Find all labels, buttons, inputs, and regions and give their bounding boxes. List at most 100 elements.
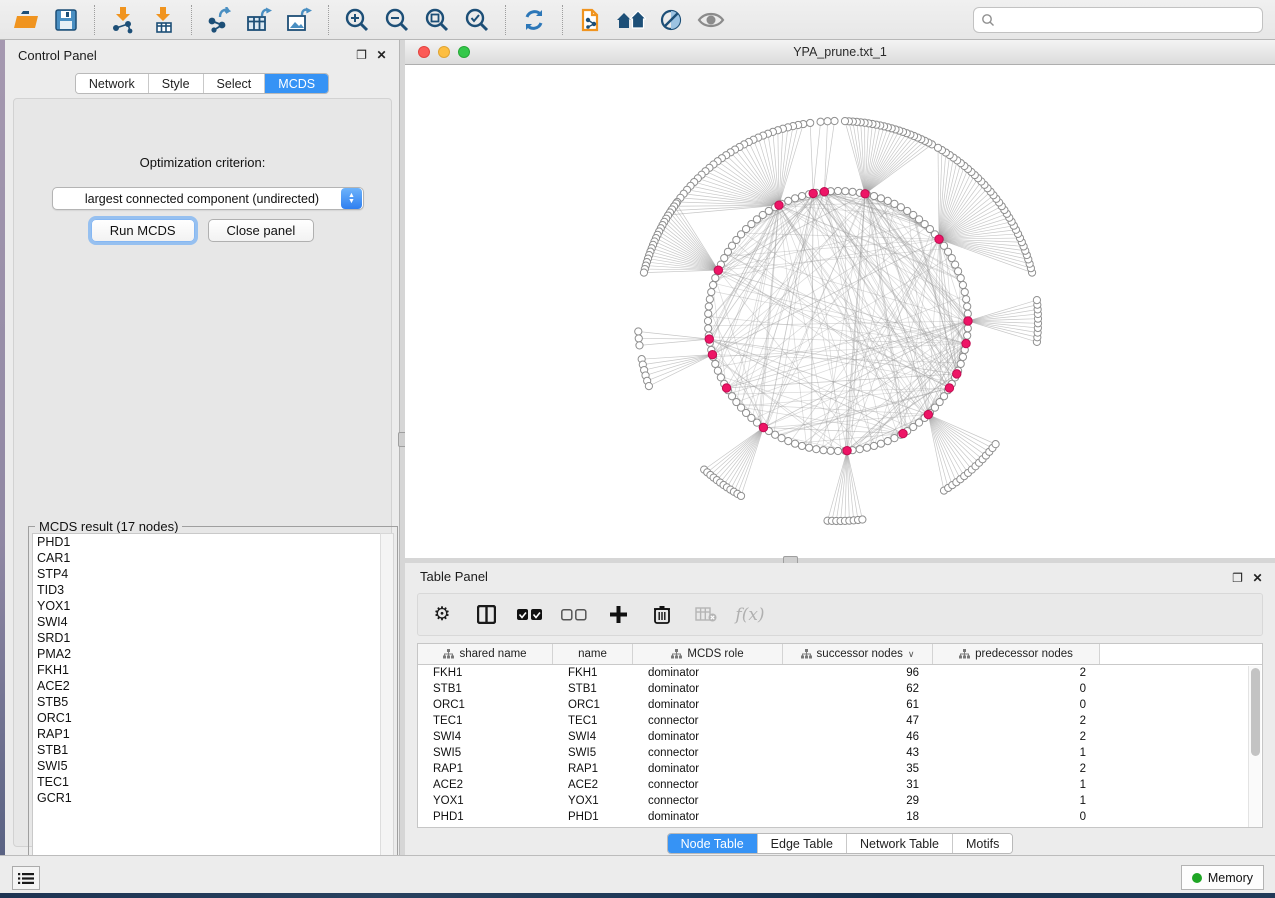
network-node[interactable]	[884, 197, 891, 204]
add-column-button[interactable]	[606, 603, 630, 627]
network-leaf-node[interactable]	[636, 342, 643, 349]
table-row[interactable]: ACE2ACE2connector311	[418, 777, 1262, 793]
table-row[interactable]: RAP1RAP1dominator352	[418, 761, 1262, 777]
mcds-result-item[interactable]: FKH1	[33, 662, 381, 678]
tab-edge-table[interactable]: Edge Table	[757, 834, 846, 853]
toggle-style-button[interactable]	[653, 3, 689, 37]
network-node[interactable]	[705, 310, 712, 317]
network-leaf-node[interactable]	[635, 335, 642, 342]
network-leaf-node[interactable]	[934, 144, 941, 151]
network-leaf-node[interactable]	[807, 119, 814, 126]
network-hub-node[interactable]	[809, 189, 817, 197]
network-node[interactable]	[964, 325, 971, 332]
network-node[interactable]	[870, 442, 877, 449]
network-node[interactable]	[704, 317, 711, 324]
network-overview-button[interactable]	[613, 3, 649, 37]
refresh-layout-button[interactable]	[516, 3, 552, 37]
network-leaf-node[interactable]	[640, 269, 647, 276]
delete-column-button[interactable]	[650, 603, 674, 627]
network-node[interactable]	[959, 281, 966, 288]
search-input[interactable]	[995, 8, 1262, 32]
mcds-result-item[interactable]: PHD1	[33, 534, 381, 550]
zoom-in-button[interactable]	[339, 3, 375, 37]
mcds-result-item[interactable]: RAP1	[33, 726, 381, 742]
network-hub-node[interactable]	[924, 410, 932, 418]
import-table-button[interactable]	[145, 3, 181, 37]
mcds-result-item[interactable]: SWI5	[33, 758, 381, 774]
network-node[interactable]	[798, 192, 805, 199]
network-node[interactable]	[705, 303, 712, 310]
zoom-out-button[interactable]	[379, 3, 415, 37]
mcds-result-item[interactable]: TEC1	[33, 774, 381, 790]
table-row[interactable]: SWI4SWI4dominator462	[418, 729, 1262, 745]
network-hub-node[interactable]	[722, 384, 730, 392]
tab-mcds[interactable]: MCDS	[264, 74, 328, 93]
mcds-result-item[interactable]: STP4	[33, 566, 381, 582]
column-header-successor-nodes[interactable]: successor nodes∨	[783, 644, 933, 664]
mcds-result-item[interactable]: GCR1	[33, 790, 381, 806]
select-all-button[interactable]	[518, 603, 542, 627]
table-row[interactable]: SWI5SWI5connector431	[418, 745, 1262, 761]
save-session-button[interactable]	[48, 3, 84, 37]
mcds-result-item[interactable]: STB5	[33, 694, 381, 710]
network-leaf-node[interactable]	[1033, 296, 1040, 303]
network-node[interactable]	[957, 274, 964, 281]
network-hub-node[interactable]	[820, 188, 828, 196]
network-node[interactable]	[785, 438, 792, 445]
mcds-result-item[interactable]: PMA2	[33, 646, 381, 662]
memory-button[interactable]: Memory	[1181, 865, 1264, 890]
network-node[interactable]	[805, 444, 812, 451]
network-node[interactable]	[785, 197, 792, 204]
network-leaf-node[interactable]	[635, 328, 642, 335]
network-node[interactable]	[964, 310, 971, 317]
column-layout-button[interactable]	[474, 603, 498, 627]
network-node[interactable]	[820, 447, 827, 454]
table-row[interactable]: PHD1PHD1dominator180	[418, 809, 1262, 825]
network-node[interactable]	[705, 325, 712, 332]
network-node[interactable]	[813, 446, 820, 453]
network-leaf-node[interactable]	[645, 383, 652, 390]
network-hub-node[interactable]	[843, 446, 851, 454]
network-canvas[interactable]	[405, 65, 1275, 558]
tab-select[interactable]: Select	[203, 74, 265, 93]
table-row[interactable]: ORC1ORC1dominator610	[418, 697, 1262, 713]
network-hub-node[interactable]	[714, 266, 722, 274]
mcds-result-item[interactable]: SRD1	[33, 630, 381, 646]
table-row[interactable]: YOX1YOX1connector291	[418, 793, 1262, 809]
export-image-button[interactable]	[282, 3, 318, 37]
network-node[interactable]	[712, 274, 719, 281]
table-settings-button[interactable]: ⚙	[430, 603, 454, 627]
tab-network[interactable]: Network	[76, 74, 148, 93]
show-graphics-button[interactable]	[693, 3, 729, 37]
network-node[interactable]	[877, 440, 884, 447]
network-node[interactable]	[708, 288, 715, 295]
export-network-button[interactable]	[202, 3, 238, 37]
network-node[interactable]	[827, 447, 834, 454]
table-row[interactable]: FKH1FKH1dominator962	[418, 665, 1262, 681]
network-node[interactable]	[961, 288, 968, 295]
network-leaf-node[interactable]	[992, 441, 999, 448]
network-hub-node[interactable]	[705, 335, 713, 343]
network-node[interactable]	[891, 200, 898, 207]
table-row[interactable]: STB1STB1dominator620	[418, 681, 1262, 697]
network-node[interactable]	[706, 296, 713, 303]
task-history-button[interactable]	[12, 866, 40, 890]
table-scrollbar[interactable]	[1248, 666, 1261, 827]
network-node[interactable]	[712, 360, 719, 367]
network-node[interactable]	[778, 435, 785, 442]
table-float-window-icon[interactable]: ❐	[1230, 570, 1245, 585]
network-hub-node[interactable]	[708, 350, 716, 358]
network-hub-node[interactable]	[953, 370, 961, 378]
network-node[interactable]	[834, 187, 841, 194]
deselect-all-button[interactable]	[562, 603, 586, 627]
network-node[interactable]	[834, 447, 841, 454]
export-table-button[interactable]	[242, 3, 278, 37]
network-node[interactable]	[964, 303, 971, 310]
table-row[interactable]: TEC1TEC1connector472	[418, 713, 1262, 729]
network-leaf-node[interactable]	[859, 516, 866, 523]
network-hub-node[interactable]	[962, 339, 970, 347]
network-node[interactable]	[964, 332, 971, 339]
mcds-result-item[interactable]: YOX1	[33, 598, 381, 614]
network-node[interactable]	[798, 442, 805, 449]
mcds-result-list[interactable]: PHD1CAR1STP4TID3YOX1SWI4SRD1PMA2FKH1ACE2…	[32, 533, 382, 891]
